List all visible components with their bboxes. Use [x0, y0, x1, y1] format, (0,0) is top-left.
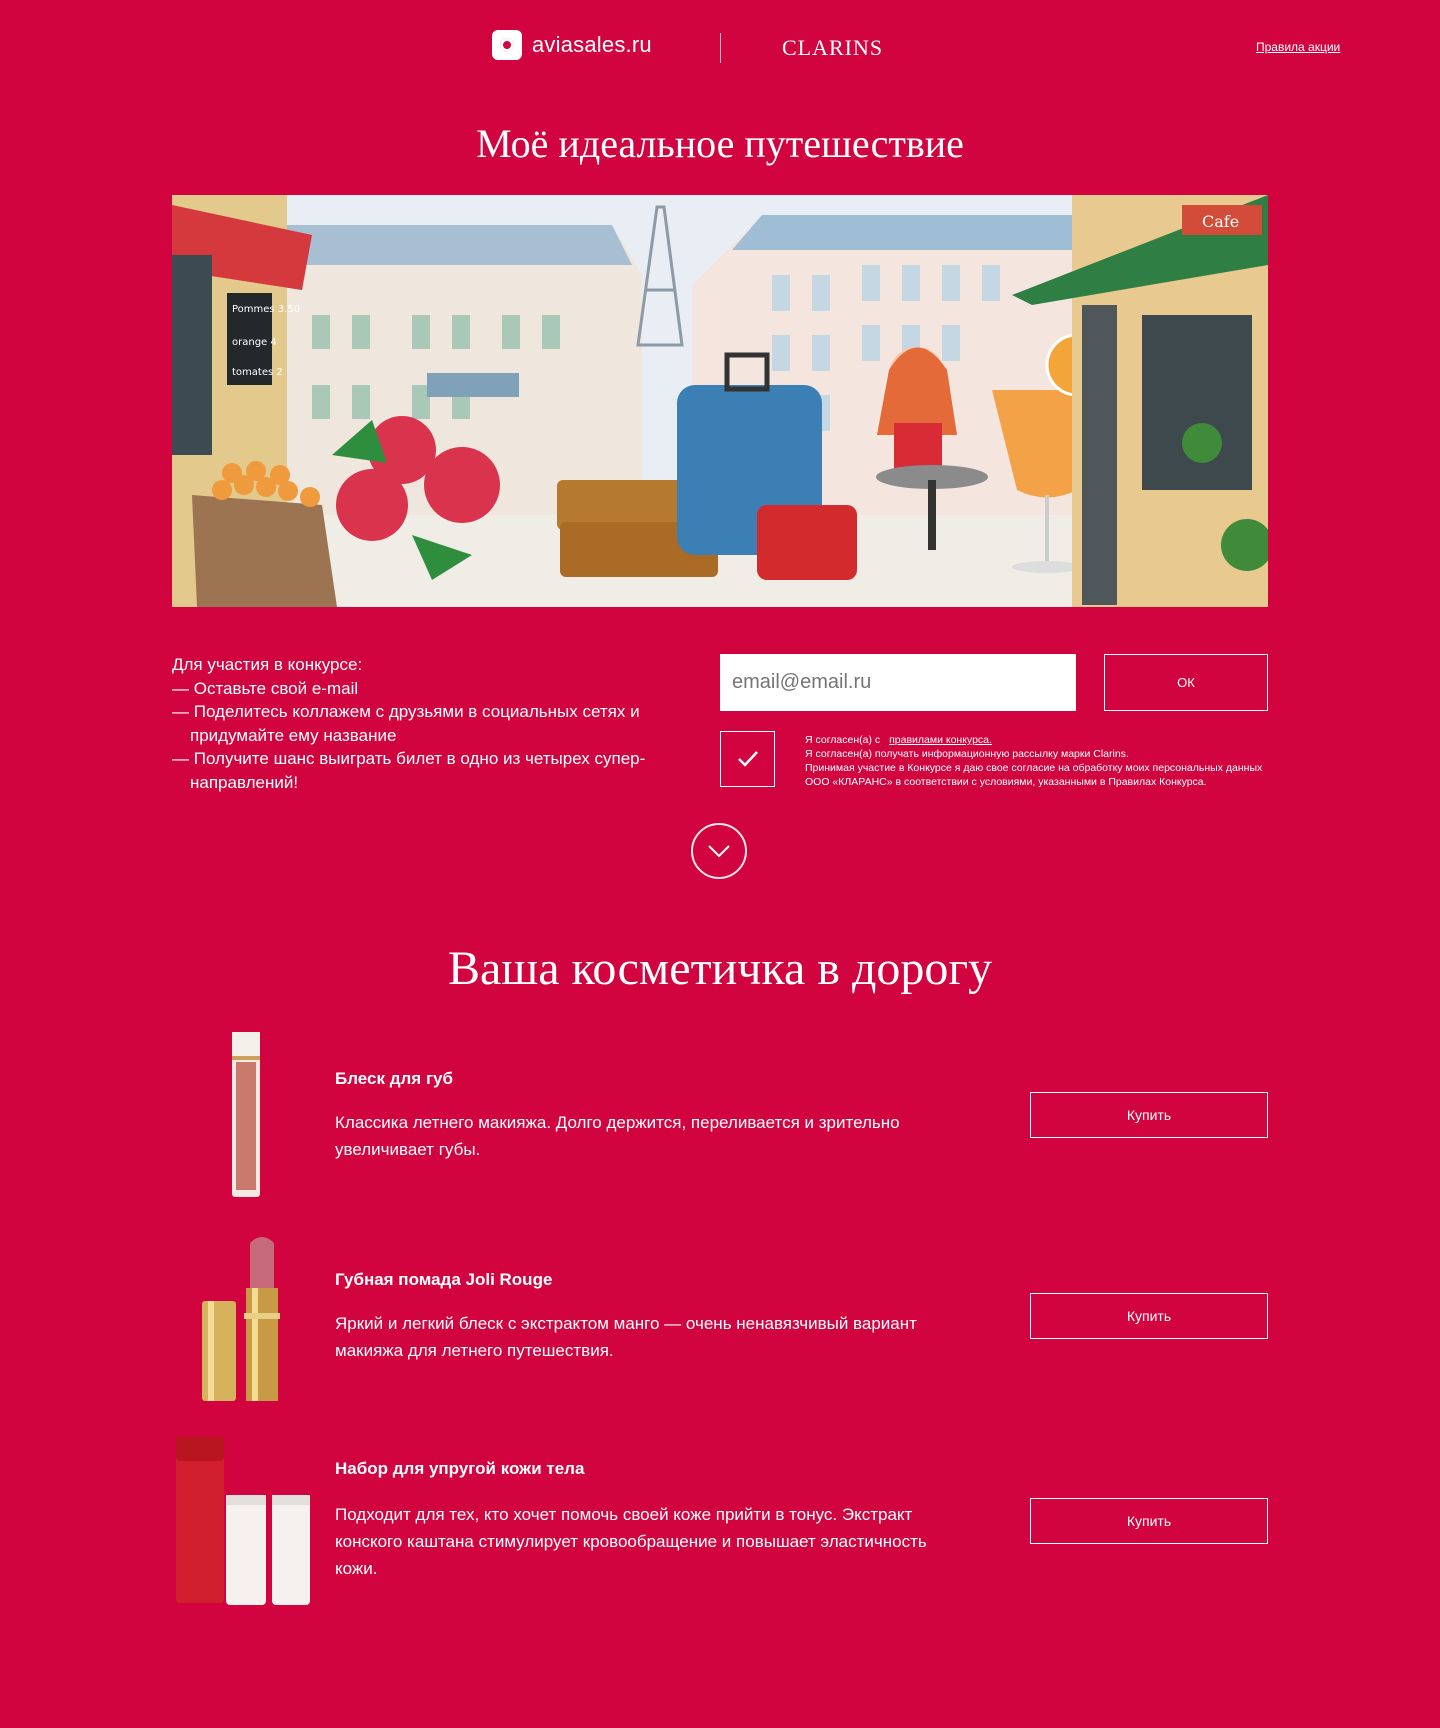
product-card: Блеск для губ Классика летнего макияжа. … [172, 1032, 1268, 1202]
consent-checkbox[interactable] [720, 731, 775, 787]
instruction-item: — Поделитесь коллажем с друзьями в социа… [172, 702, 640, 745]
clarins-logo[interactable]: CLARINS [782, 35, 883, 61]
lipstick-image [172, 1233, 312, 1403]
contest-rules-link[interactable]: правилами конкурса. [889, 734, 992, 746]
buy-button[interactable]: Купить [1030, 1092, 1268, 1138]
email-field[interactable] [720, 654, 1076, 711]
instructions-title: Для участия в конкурсе: [172, 655, 363, 674]
buy-button[interactable]: Купить [1030, 1498, 1268, 1544]
contest-instructions: Для участия в конкурсе: — Оставьте свой … [172, 653, 692, 794]
consent-text: Я согласен(а) с правилами конкурса. Я со… [805, 733, 1285, 789]
consent-prefix: Я согласен(а) с [805, 734, 881, 746]
buy-button[interactable]: Купить [1030, 1293, 1268, 1339]
product-description: Подходит для тех, кто хочет помочь своей… [335, 1505, 927, 1578]
scroll-down-button[interactable] [691, 823, 747, 879]
instruction-item: — Оставьте свой e-mail [172, 678, 359, 698]
paris-street-illustration-icon: Pommes 3.50 orange 4 tomates 2 Cafe [172, 195, 1268, 607]
product-card: Губная помада Joli Rouge Яркий и легкий … [172, 1233, 1268, 1403]
chalkboard-line-1: Pommes 3.50 [232, 304, 300, 315]
header-divider [720, 33, 721, 63]
product-name: Губная помада Joli Rouge [335, 1270, 553, 1289]
rules-link[interactable]: Правила акции [1256, 40, 1340, 54]
product-description: Классика летнего макияжа. Долго держится… [335, 1113, 900, 1159]
products-section-title: Ваша косметичка в дорогу [447, 942, 993, 995]
cafe-sign: Cafe [1202, 212, 1239, 231]
aviasales-logo[interactable]: aviasales.ru [492, 30, 652, 60]
body-care-set-image [172, 1437, 312, 1605]
hero-illustration: Pommes 3.50 orange 4 tomates 2 Cafe [172, 195, 1268, 607]
ok-button[interactable]: ОК [1104, 654, 1268, 711]
consent-newsletter: Я согласен(а) получать информационную ра… [805, 748, 1129, 760]
chalkboard-line-3: tomates 2 [232, 367, 283, 378]
instruction-item: — Получите шанс выиграть билет в одно из… [172, 749, 646, 792]
product-name: Набор для упругой кожи тела [335, 1459, 585, 1478]
check-icon [737, 751, 758, 767]
product-card: Набор для упругой кожи тела Подходит для… [172, 1437, 1268, 1607]
lip-gloss-image [172, 1032, 312, 1197]
consent-personal-data: Принимая участие в Конкурсе я даю свое с… [805, 762, 1263, 788]
header: aviasales.ru CLARINS Правила акции [0, 0, 1440, 96]
product-name: Блеск для губ [335, 1069, 453, 1088]
chalkboard-line-2: orange 4 [232, 337, 277, 348]
chevron-down-icon [708, 845, 730, 858]
hero-title: Моё идеальное путешествие [476, 121, 964, 166]
aviasales-icon [492, 30, 522, 60]
product-description: Яркий и легкий блеск с экстрактом манго … [335, 1314, 917, 1360]
aviasales-logo-text: aviasales.ru [532, 32, 652, 57]
